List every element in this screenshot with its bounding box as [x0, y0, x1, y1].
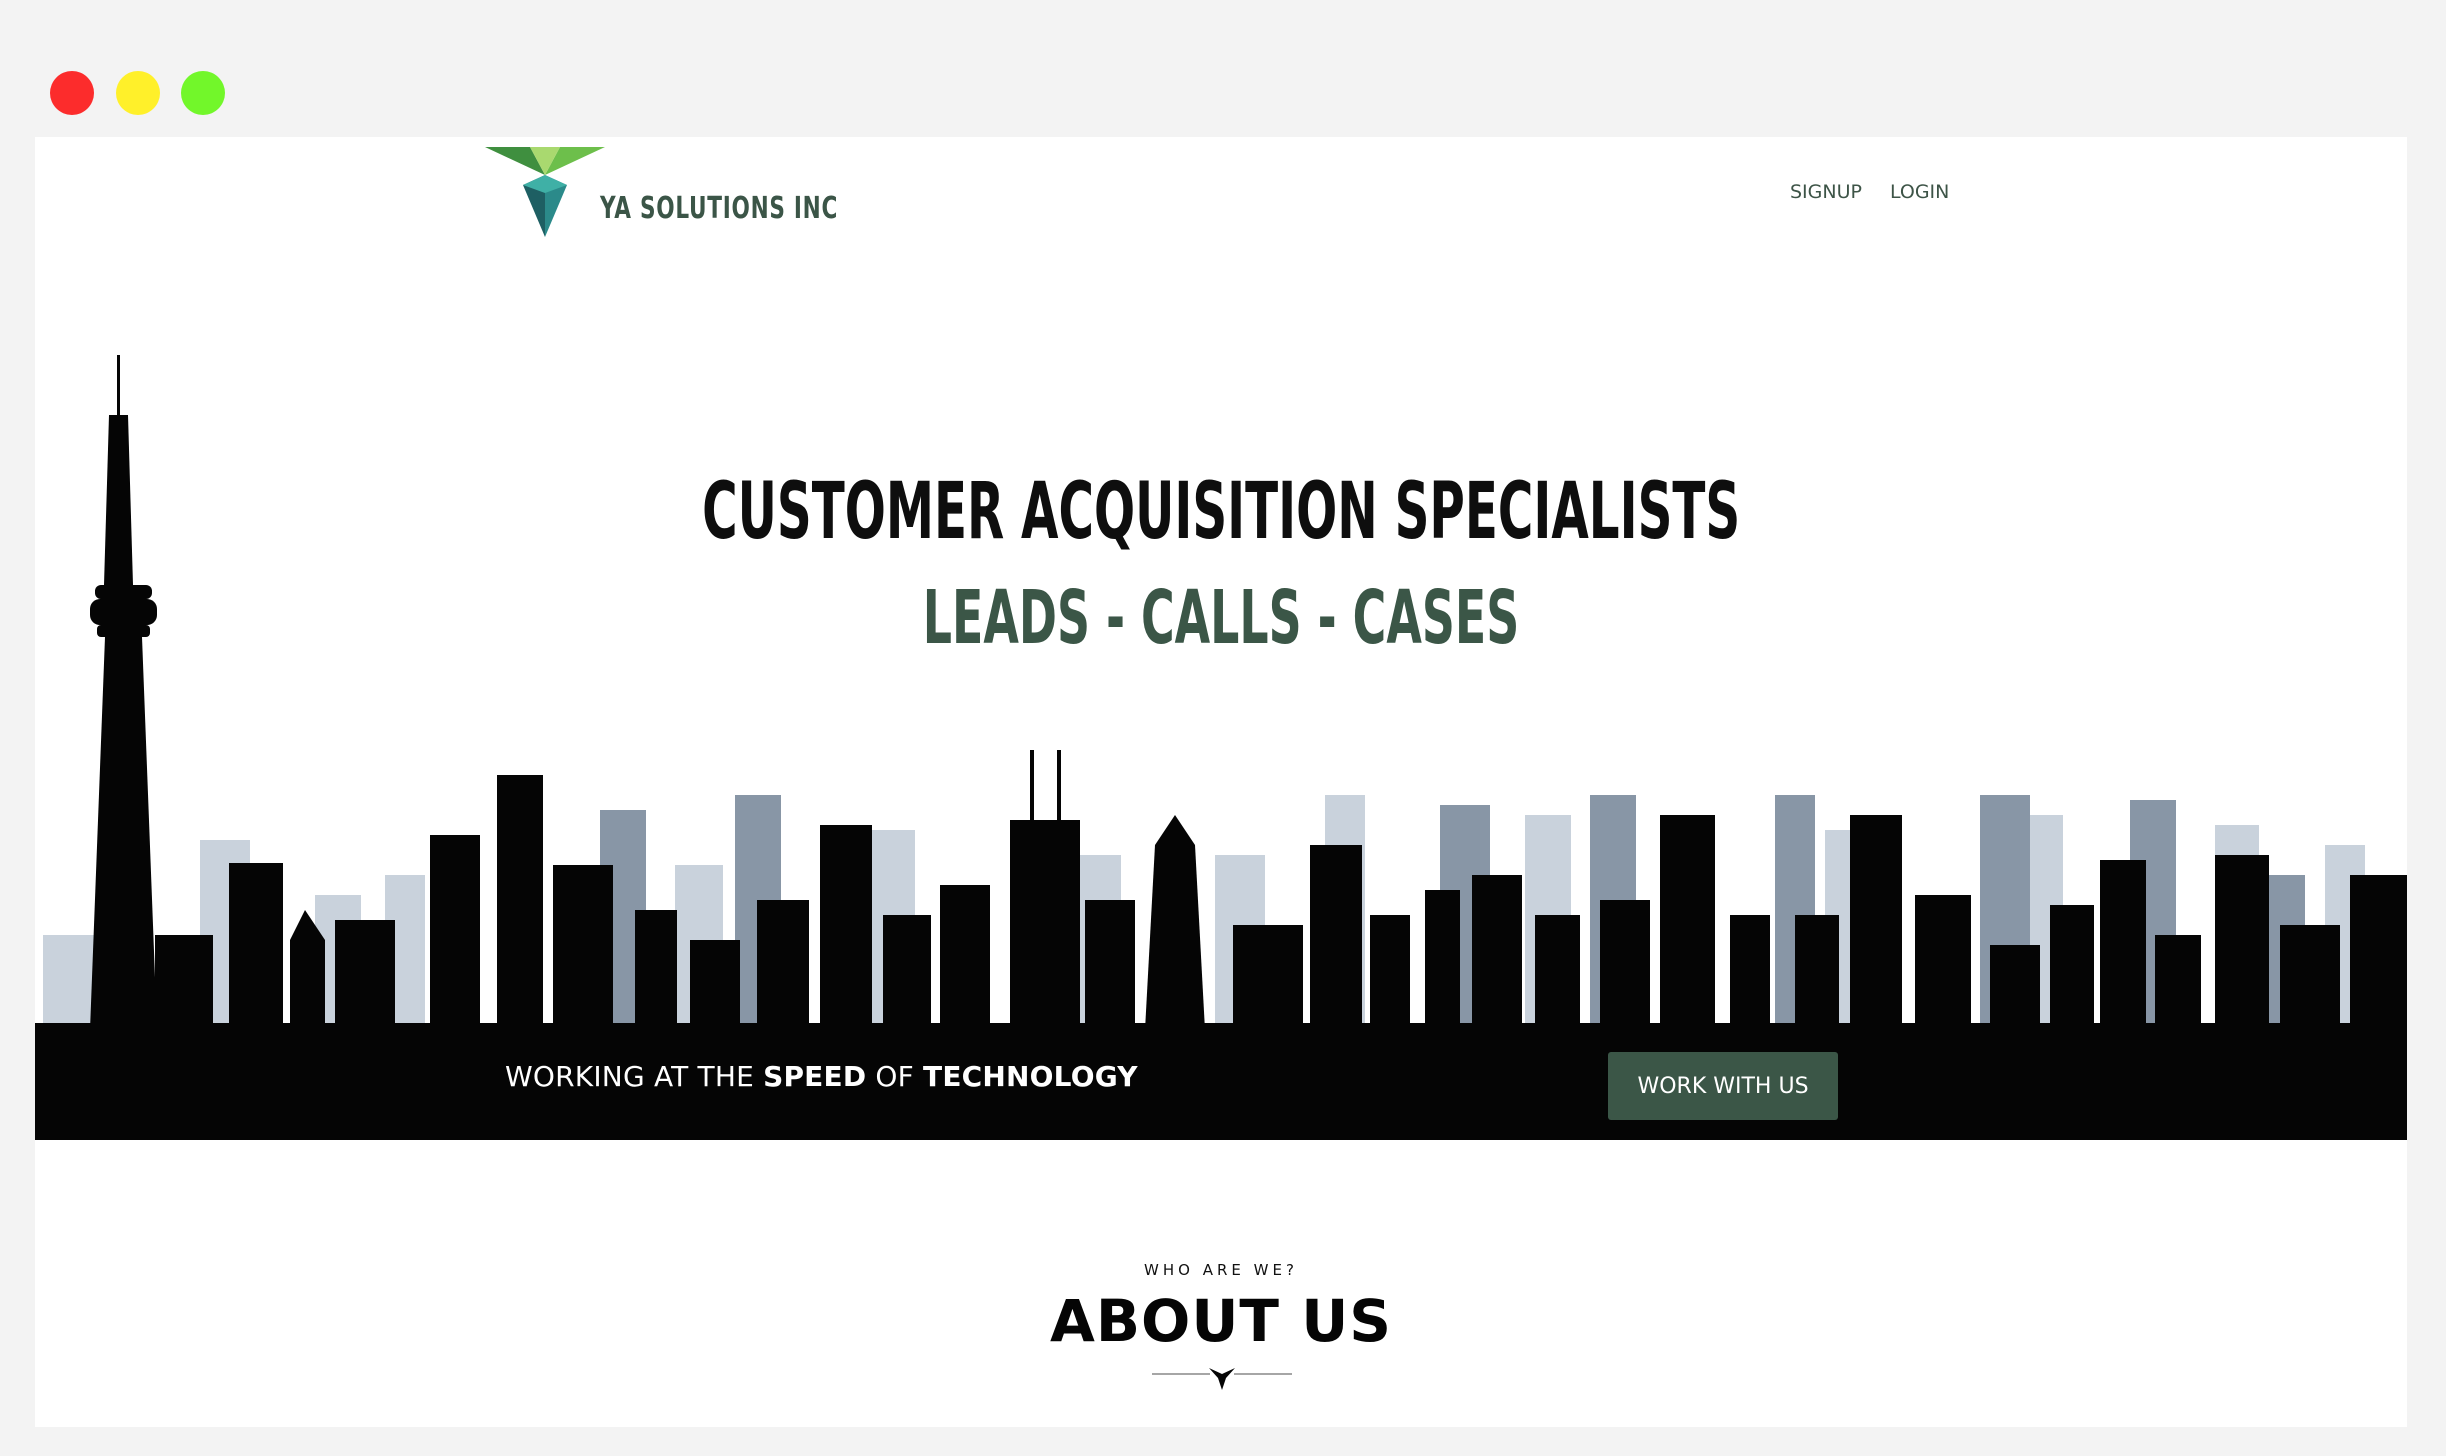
logo[interactable]: YA SOLUTIONS INC: [485, 137, 865, 247]
logo-text: YA SOLUTIONS INC: [600, 191, 839, 226]
hero-banner: WORKING AT THE SPEED OF TECHNOLOGY WORK …: [35, 1030, 2407, 1140]
logo-mark-icon: [485, 147, 605, 237]
window-minimize-button[interactable]: [116, 71, 160, 115]
nav-signup-link[interactable]: SIGNUP: [1790, 181, 1862, 203]
hero-headline: CUSTOMER ACQUISITION SPECIALISTS: [701, 467, 1741, 557]
about-title: ABOUT US: [1049, 1287, 1393, 1355]
hero-tagline: WORKING AT THE SPEED OF TECHNOLOGY: [505, 1060, 1138, 1093]
about-kicker: WHO ARE WE?: [1144, 1261, 1298, 1279]
browser-page: YA SOLUTIONS INC SIGNUP LOGIN CUSTOMER A…: [35, 137, 2407, 1427]
window-maximize-button[interactable]: [181, 71, 225, 115]
top-nav: SIGNUP LOGIN: [1790, 181, 1949, 203]
window-close-button[interactable]: [50, 71, 94, 115]
nav-login-link[interactable]: LOGIN: [1890, 181, 1949, 203]
divider-logo-icon: [1152, 1368, 1292, 1390]
work-with-us-button[interactable]: WORK WITH US: [1608, 1052, 1838, 1120]
hero-subhead: LEADS - CALLS - CASES: [922, 575, 1520, 661]
